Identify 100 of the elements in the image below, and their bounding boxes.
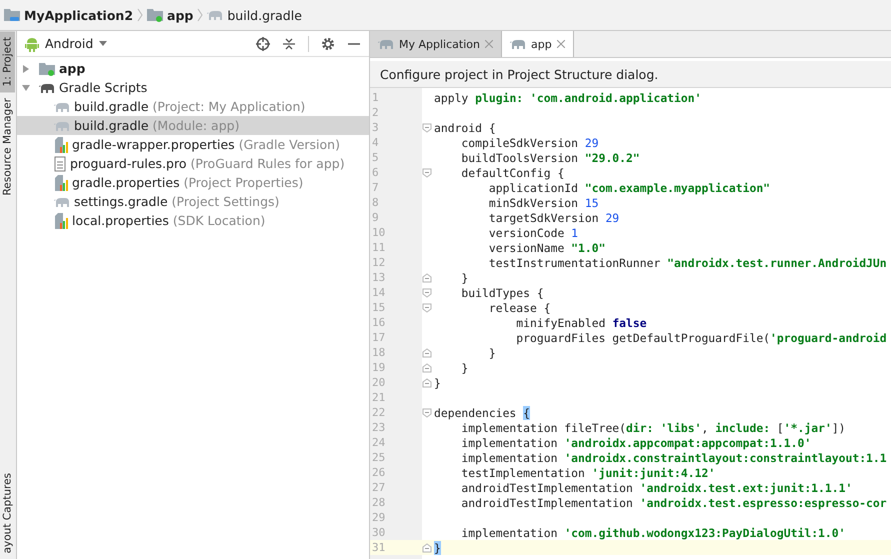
line-number: 10 — [371, 226, 386, 239]
fold-icon[interactable] — [422, 378, 432, 388]
close-icon[interactable] — [556, 40, 565, 48]
fold-icon[interactable] — [422, 348, 432, 358]
line-number: 28 — [371, 496, 386, 509]
line-number: 31 — [371, 541, 386, 554]
fold-icon[interactable] — [422, 362, 432, 372]
notification-banner: Configure project in Project Structure dialog. — [370, 61, 891, 88]
code-line: androidTestImplementation 'androidx.test.ext:junit:1.1.1' — [460, 480, 852, 494]
tool-window-tab[interactable]: 1: Project — [0, 31, 15, 92]
fold-icon[interactable] — [422, 168, 432, 178]
code-line: release { — [488, 300, 551, 314]
line-number: 3 — [371, 121, 380, 134]
code-line: compileSdkVersion 29 — [460, 136, 599, 150]
fold-icon[interactable] — [422, 272, 432, 282]
code-line: dependencies { — [433, 406, 530, 420]
elephant-icon — [54, 196, 70, 208]
tree-item[interactable]: local.properties (SDK Location) — [17, 211, 369, 230]
code-line: buildTypes { — [460, 286, 544, 300]
line-number: 5 — [371, 151, 380, 164]
line-number: 18 — [371, 346, 386, 359]
code-line: apply plugin: 'com.android.application' — [433, 90, 702, 104]
properties-file-icon — [54, 136, 68, 152]
line-number: 9 — [371, 211, 380, 224]
code-line: android { — [433, 120, 496, 134]
line-number: 26 — [371, 466, 386, 479]
code-line: testImplementation 'junit:junit:4.12' — [460, 466, 716, 480]
line-number: 13 — [371, 271, 386, 284]
elephant-icon — [510, 38, 526, 50]
fold-icon[interactable] — [422, 542, 432, 552]
tree-item[interactable]: Gradle Scripts — [17, 78, 369, 97]
breadcrumb-item[interactable]: app — [147, 8, 194, 22]
line-number: 14 — [371, 286, 386, 299]
code-line: targetSdkVersion 29 — [488, 210, 620, 224]
android-icon — [25, 36, 39, 52]
line-number: 8 — [371, 196, 380, 209]
code-line: buildToolsVersion "29.0.2" — [460, 150, 640, 164]
folder-icon — [4, 8, 20, 22]
line-number: 4 — [371, 136, 380, 149]
line-number: 30 — [371, 526, 386, 539]
editor-tab[interactable]: My Application — [370, 31, 502, 57]
text-file-icon — [54, 156, 66, 172]
line-number: 29 — [371, 511, 386, 524]
properties-file-icon — [54, 174, 68, 190]
line-number: 7 — [371, 181, 380, 194]
tree-item[interactable]: gradle.properties (Project Properties) — [17, 173, 369, 192]
line-number: 6 — [371, 166, 380, 179]
chevron-icon — [197, 8, 204, 22]
line-number: 2 — [371, 106, 380, 119]
crosshair-icon[interactable] — [256, 36, 270, 50]
line-number: 24 — [371, 436, 386, 449]
line-number: 12 — [371, 256, 386, 269]
tree-item[interactable]: app — [17, 59, 369, 78]
caret-icon — [99, 41, 108, 46]
tool-window-tab[interactable]: ayout Captures — [0, 466, 15, 559]
code-line: minSdkVersion 15 — [488, 196, 599, 210]
code-line: } — [460, 360, 468, 374]
line-number: 21 — [371, 391, 386, 404]
line-number: 25 — [371, 451, 386, 464]
folder-icon — [39, 62, 55, 76]
editor-tab[interactable]: app — [502, 31, 574, 57]
elephant-icon — [39, 82, 55, 94]
tool-window-tab[interactable]: Resource Manager — [0, 92, 15, 202]
close-icon[interactable] — [484, 40, 493, 48]
tree-item[interactable]: build.gradle (Project: My Application) — [17, 97, 369, 116]
line-number: 15 — [371, 301, 386, 314]
tree-item[interactable]: proguard-rules.pro (ProGuard Rules for app) — [17, 154, 369, 173]
fold-icon[interactable] — [422, 288, 432, 298]
settings-icon[interactable] — [321, 36, 335, 50]
code-line: proguardFiles getDefaultProguardFile('proguard-android — [515, 330, 887, 344]
code-line: applicationId "com.example.myapplication" — [488, 180, 770, 194]
line-number: 1 — [371, 91, 380, 104]
elephant-icon — [54, 100, 70, 112]
breadcrumb-item[interactable]: build.gradle — [207, 8, 302, 22]
tree-item[interactable]: settings.gradle (Project Settings) — [17, 192, 369, 211]
fold-icon[interactable] — [422, 122, 432, 132]
code-line: implementation 'androidx.appcompat:appcompat:1.1.0' — [460, 436, 812, 450]
line-number: 20 — [371, 376, 386, 389]
fold-icon[interactable] — [422, 302, 432, 312]
line-number: 22 — [371, 406, 386, 419]
tree-item[interactable]: gradle-wrapper.properties (Gradle Version) — [17, 135, 369, 154]
line-number: 23 — [371, 421, 386, 434]
code-line: implementation fileTree(dir: 'libs', include: ['*.jar']) — [460, 420, 846, 434]
chevron-icon — [137, 8, 144, 22]
fold-icon[interactable] — [422, 408, 432, 418]
code-line: androidTestImplementation 'androidx.test.espresso:espresso-cor — [460, 496, 887, 510]
code-line: defaultConfig { — [460, 166, 564, 180]
properties-file-icon — [54, 212, 68, 228]
line-number: 27 — [371, 481, 386, 494]
code-line: implementation 'androidx.constraintlayout:constraintlayout:1.1 — [460, 450, 887, 464]
collapse-icon[interactable] — [282, 36, 296, 50]
tree-item[interactable]: build.gradle (Module: app) — [17, 116, 369, 135]
code-line: testInstrumentationRunner "androidx.test.runner.AndroidJUn — [488, 256, 887, 270]
breadcrumb-item[interactable]: MyApplication2 — [4, 8, 134, 22]
code-line: } — [433, 376, 441, 390]
code-line: versionName "1.0" — [488, 240, 606, 254]
code-line: versionCode 1 — [488, 226, 578, 240]
elephant-icon — [207, 9, 224, 21]
view-dropdown[interactable]: Android — [25, 36, 108, 52]
code-line: } — [488, 346, 496, 360]
